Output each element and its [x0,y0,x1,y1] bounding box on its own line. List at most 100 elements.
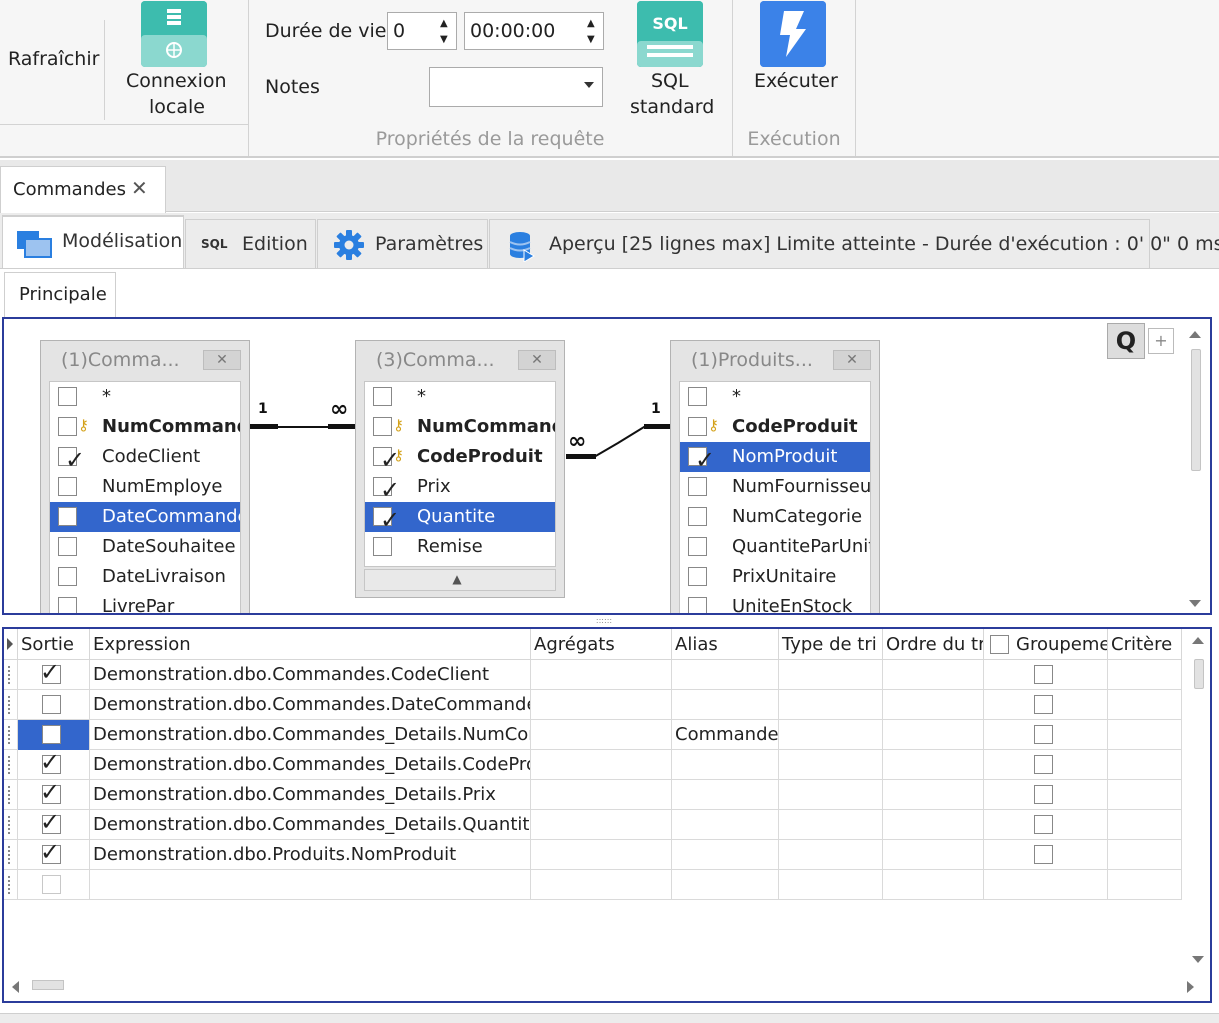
table-row[interactable]: ✓ Demonstration.dbo.Produits.NomProduit [4,840,1182,870]
field-checkbox[interactable] [373,537,392,556]
local-connection-icon[interactable] [141,1,207,67]
field-row[interactable]: ⚷ NumCommande [50,412,240,442]
field-row[interactable]: * [365,382,555,412]
lifetime-spinner[interactable]: 0 ▲ ▼ [387,12,457,50]
grid-cell[interactable] [531,720,672,750]
field-checkbox[interactable] [688,537,707,556]
expression-cell[interactable]: Demonstration.dbo.Commandes_Details.NumC… [90,720,531,750]
groupement-checkbox[interactable] [1034,785,1053,804]
row-grip[interactable] [4,870,18,900]
document-tab-commandes[interactable]: Commandes ✕ [0,166,166,213]
column-header-alias[interactable]: Alias [672,629,779,660]
table-produits-1[interactable]: (1)Produits... ✕ * ⚷ CodeProduit ✓ NomProdui… [670,340,880,613]
grid-cell[interactable] [531,870,672,900]
table-header[interactable]: (1)Produits... ✕ [671,341,879,379]
grid-cell[interactable] [779,750,883,780]
groupement-cell[interactable] [984,720,1108,750]
grid-cell[interactable] [883,750,984,780]
time-spinner[interactable]: 00:00:00 ▲ ▼ [464,12,604,50]
row-grip[interactable] [4,810,18,840]
field-checkbox[interactable] [688,567,707,586]
drag-handle-icon[interactable] [8,666,12,684]
groupement-cell[interactable] [984,810,1108,840]
field-checkbox[interactable] [688,597,707,613]
grid-cell[interactable] [1108,810,1182,840]
output-cell[interactable]: ✓ [18,750,90,780]
groupement-cell[interactable] [984,750,1108,780]
drag-handle-icon[interactable] [8,756,12,774]
grid-cell[interactable] [883,840,984,870]
field-row[interactable]: NumFournisseur [680,472,870,502]
output-cell[interactable] [18,720,90,750]
table-header[interactable]: (1)Comma... ✕ [41,341,249,379]
output-cell[interactable]: ✓ [18,780,90,810]
local-connection-label-2[interactable]: locale [149,96,205,118]
field-row[interactable]: DateCommande [50,502,240,532]
grid-vertical-scrollbar[interactable] [1190,637,1206,963]
drag-handle-icon[interactable] [8,876,12,894]
grid-cell[interactable] [779,810,883,840]
alias-cell[interactable] [672,690,779,720]
expression-cell[interactable]: Demonstration.dbo.Commandes.CodeClient [90,660,531,690]
row-grip[interactable] [4,690,18,720]
sql-standard-icon[interactable]: SQL [637,1,703,67]
groupement-checkbox[interactable] [1034,665,1053,684]
field-checkbox[interactable] [58,597,77,613]
column-header-agregats[interactable]: Agrégats [531,629,672,660]
grid-cell[interactable] [531,780,672,810]
output-checkbox[interactable] [42,725,61,744]
groupement-cell[interactable] [984,840,1108,870]
close-icon[interactable]: ✕ [833,350,871,370]
alias-cell[interactable] [672,810,779,840]
field-row[interactable]: ✓ ⚷ CodeProduit [365,442,555,474]
tab-edition[interactable]: SQL Edition [185,219,316,268]
alias-cell[interactable] [672,870,779,900]
groupement-cell[interactable] [984,870,1108,900]
field-checkbox[interactable] [373,387,392,406]
drag-handle-icon[interactable] [8,846,12,864]
table-commandes-1[interactable]: (1)Comma... ✕ * ⚷ NumCommande ✓ CodeClient Nu… [40,340,250,613]
row-grip[interactable] [4,780,18,810]
groupement-cell[interactable] [984,690,1108,720]
column-header-ordre-tri[interactable]: Ordre du tri [883,629,984,660]
refresh-button[interactable]: Rafraîchir [8,48,99,70]
grid-cell[interactable] [883,720,984,750]
field-checkbox[interactable] [373,417,392,436]
column-header-type-tri[interactable]: Type de tri [779,629,883,660]
table-row[interactable]: ✓ Demonstration.dbo.Commandes_Details.Cod… [4,750,1182,780]
table-row[interactable]: Demonstration.dbo.Commandes_Details.NumC… [4,720,1182,750]
table-commandes-3[interactable]: (3)Comma... ✕ *⚷NumCommande✓⚷CodeProduit… [355,340,565,598]
zoom-q-button[interactable]: Q [1107,323,1145,359]
grid-cell[interactable] [531,840,672,870]
close-icon[interactable]: ✕ [131,176,148,200]
alias-cell[interactable]: Commande [672,720,779,750]
alias-cell[interactable] [672,780,779,810]
table-row[interactable]: ✓ Demonstration.dbo.Commandes.CodeClient [4,660,1182,690]
expression-cell[interactable]: Demonstration.dbo.Commandes_Details.Prix [90,780,531,810]
field-row[interactable]: ✓ NomProduit [680,442,870,474]
field-checkbox[interactable]: ✓ [373,446,400,474]
groupement-checkbox[interactable] [1034,755,1053,774]
grid-cell[interactable] [779,780,883,810]
field-row[interactable]: QuantiteParUnite [680,532,870,562]
grid-cell[interactable] [531,660,672,690]
field-checkbox[interactable] [58,387,77,406]
alias-cell[interactable] [672,750,779,780]
column-header-groupement[interactable]: Groupement [984,629,1108,660]
field-checkbox[interactable]: ✓ [373,506,400,534]
drag-handle-icon[interactable] [8,786,12,804]
grid-cell[interactable] [883,780,984,810]
groupement-cell[interactable] [984,780,1108,810]
field-row[interactable]: ⚷ CodeProduit [680,412,870,442]
grid-cell[interactable] [883,870,984,900]
expression-cell[interactable] [90,870,531,900]
field-checkbox[interactable] [58,507,77,526]
grid-cell[interactable] [883,810,984,840]
tab-modelisation[interactable]: Modélisation [2,215,184,269]
row-grip[interactable] [4,750,18,780]
field-checkbox[interactable] [688,507,707,526]
groupement-cell[interactable] [984,660,1108,690]
groupement-checkbox[interactable] [1034,845,1053,864]
field-list-scroll-up[interactable]: ▲ [364,569,556,591]
expression-cell[interactable]: Demonstration.dbo.Commandes_Details.Quan… [90,810,531,840]
